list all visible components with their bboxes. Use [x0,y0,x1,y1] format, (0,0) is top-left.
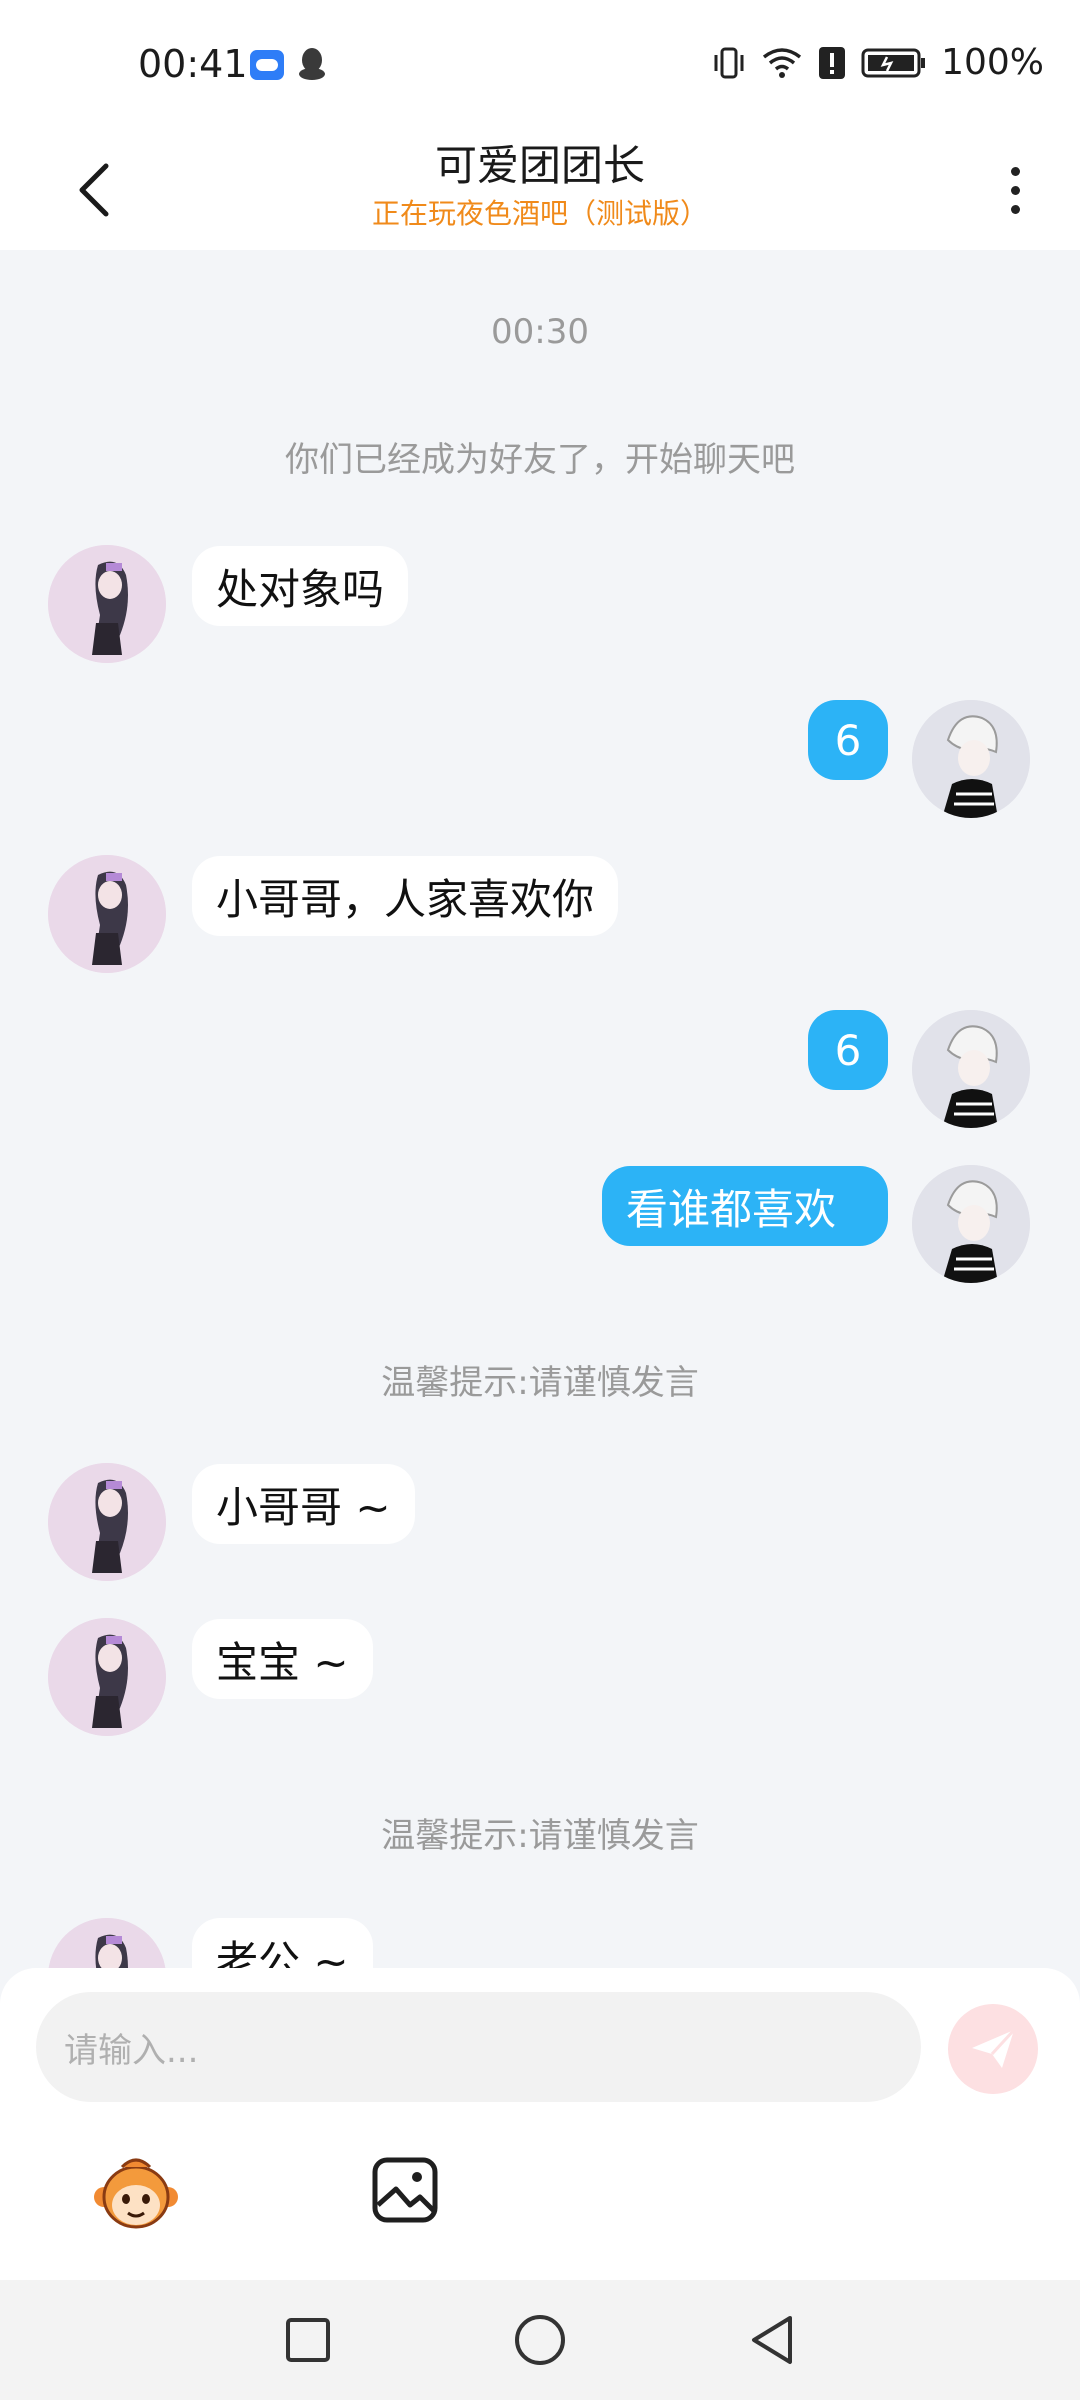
incoming-message: 小哥哥，人家喜欢你 [192,856,619,936]
boy-avatar-icon [912,1010,1030,1128]
girl-avatar-icon [48,1618,166,1736]
chat-timestamp: 00:30 [491,312,589,352]
girl-avatar-icon [48,1918,166,1970]
contact-status: 正在玩夜色酒吧（测试版） [371,197,708,230]
more-dot-icon [1010,204,1020,214]
friend-notice: 你们已经成为好友了，开始聊天吧 [285,440,795,480]
contact-avatar[interactable] [48,855,166,973]
image-picker-button[interactable] [370,2155,440,2225]
contact-name: 可爱团团长 [434,141,645,190]
status-icons: 100% [711,42,1044,83]
girl-avatar-icon [48,855,166,973]
send-icon [972,2028,1016,2068]
girl-avatar-icon [48,1463,166,1581]
image-icon [372,2157,438,2223]
circle-icon [515,2315,565,2365]
status-bar: 00:41 100% [0,0,1080,130]
chat-messages[interactable]: 00:30 你们已经成为好友了，开始聊天吧 处对象吗 6 小哥哥，人家喜欢你 6… [0,250,1080,1970]
my-avatar[interactable] [912,700,1030,818]
alert-icon [819,46,846,79]
qq-icon [299,48,325,80]
my-avatar[interactable] [912,1165,1030,1283]
more-dot-icon [1010,166,1020,176]
more-dot-icon [1010,185,1020,195]
incoming-message: 小哥哥 ~ [192,1464,415,1544]
outgoing-message: 6 [808,700,888,780]
compose-panel: 请输入... [0,1968,1080,2280]
triangle-back-icon [752,2316,792,2364]
more-options-button[interactable] [990,150,1040,230]
send-button[interactable] [948,2004,1038,2094]
battery-percent: 100% [941,42,1044,83]
nav-back-button[interactable] [742,2310,802,2370]
emoji-button[interactable] [92,2153,180,2233]
incoming-message: 宝宝 ~ [192,1619,373,1699]
boy-avatar-icon [912,700,1030,818]
contact-avatar[interactable] [48,1463,166,1581]
system-nav-bar [0,2280,1080,2400]
status-time: 00:41 [138,42,248,86]
caution-tip: 温馨提示:请谨慎发言 [381,1363,699,1403]
header-title-block: 可爱团团长 正在玩夜色酒吧（测试版） [0,134,1080,232]
cloud-icon [250,50,284,80]
boy-avatar-icon [912,1165,1030,1283]
square-icon [286,2318,330,2362]
incoming-message: 老公 ~ [192,1918,373,1970]
my-avatar[interactable] [912,1010,1030,1128]
contact-avatar[interactable] [48,1618,166,1736]
incoming-message: 处对象吗 [192,546,409,626]
wifi-icon [763,47,802,78]
home-button[interactable] [510,2310,570,2370]
caution-tip: 温馨提示:请谨慎发言 [381,1816,699,1856]
girl-avatar-icon [48,545,166,663]
message-input[interactable]: 请输入... [36,1992,921,2102]
chat-header: 可爱团团长 正在玩夜色酒吧（测试版） [0,130,1080,250]
recent-apps-button[interactable] [278,2310,338,2370]
contact-avatar[interactable] [48,545,166,663]
outgoing-message: 看谁都喜欢 [602,1166,888,1246]
outgoing-message: 6 [808,1010,888,1090]
contact-avatar[interactable] [48,1918,166,1970]
vibrate-icon [714,47,744,78]
monkey-emoji-icon [94,2158,178,2229]
battery-icon [861,48,926,77]
